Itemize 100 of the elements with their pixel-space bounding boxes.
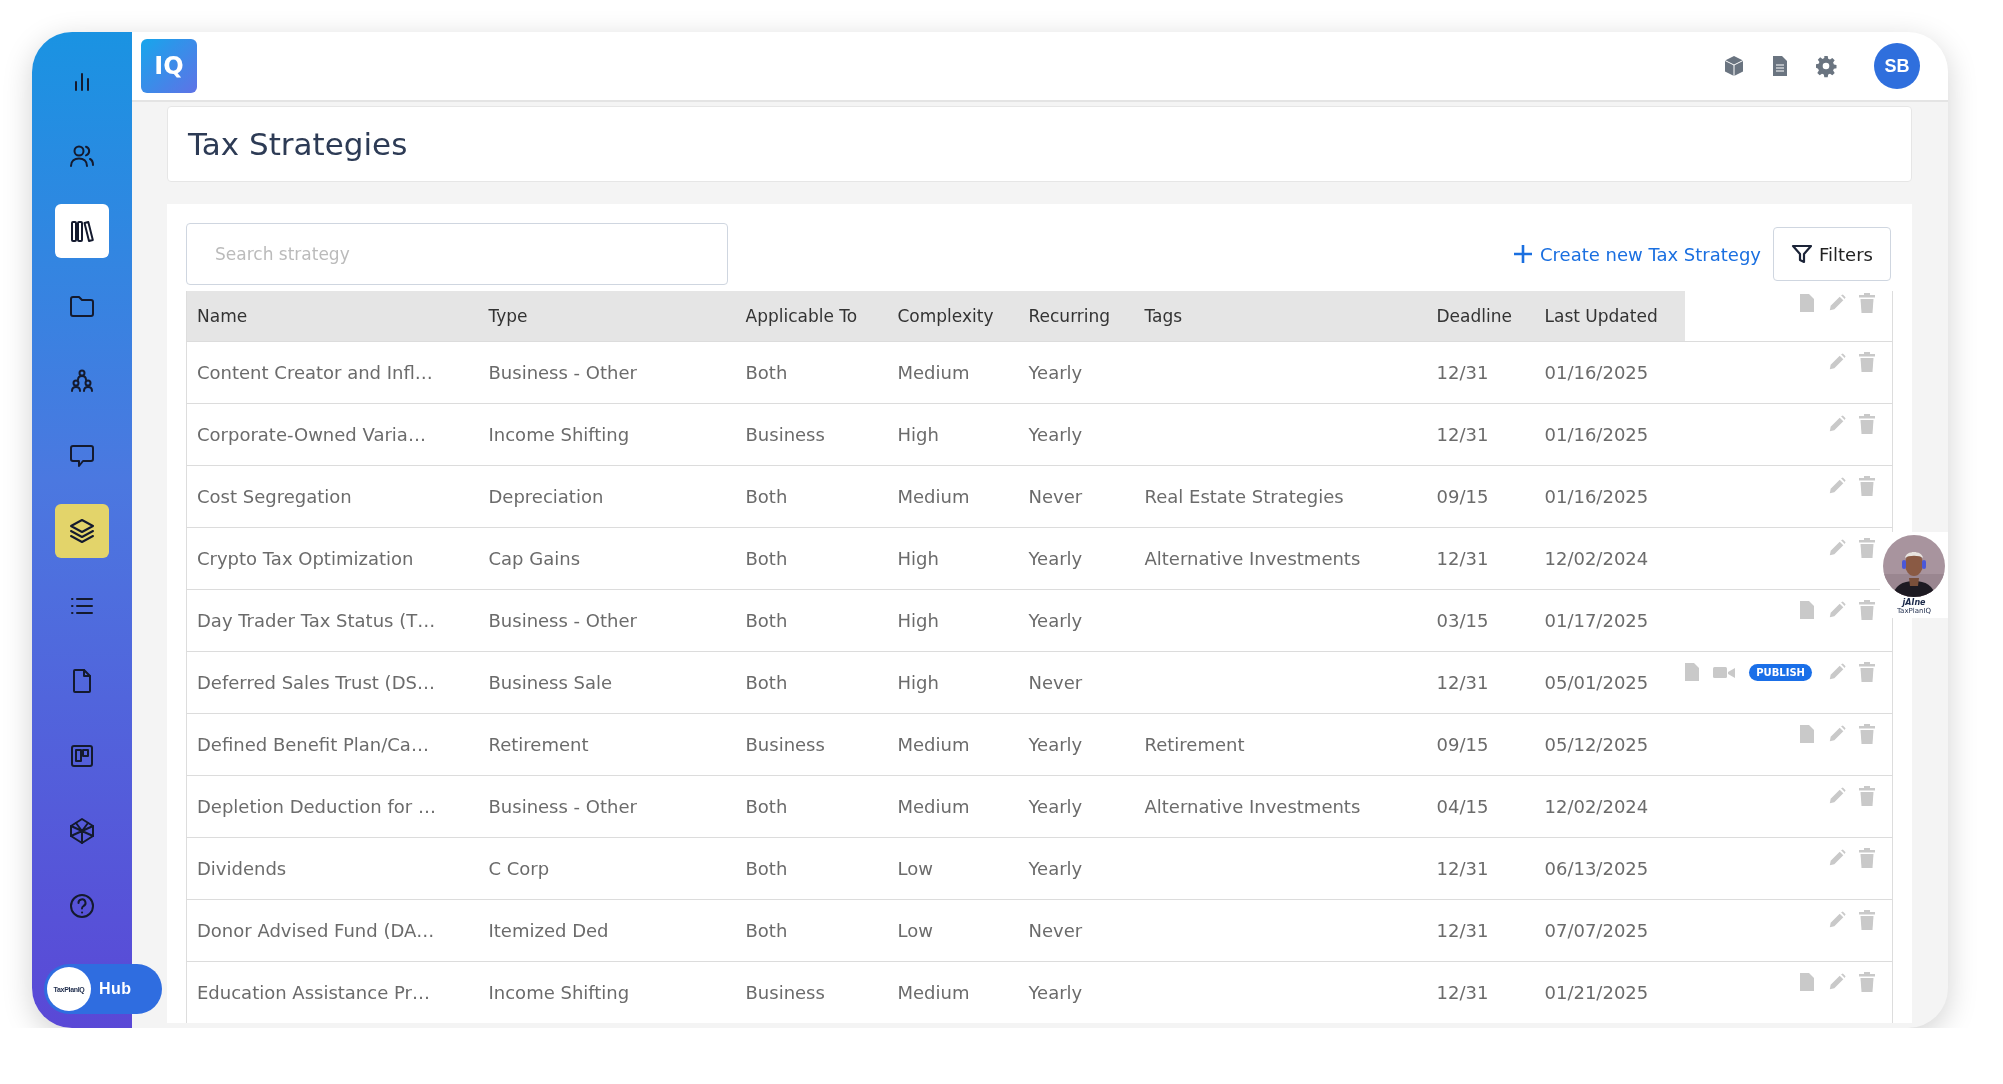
table-cell: 12/31: [1436, 548, 1489, 569]
settings-icon[interactable]: [1814, 54, 1838, 78]
user-avatar[interactable]: SB: [1874, 43, 1920, 89]
table-cell: Donor Advised Fund (DA…: [197, 920, 435, 941]
table-cell: High: [897, 424, 939, 445]
table-cell: Itemized Ded: [488, 920, 609, 941]
column-header[interactable]: Name: [186, 291, 479, 342]
table-cell: 06/13/2025: [1544, 858, 1649, 879]
pencil-icon[interactable]: [1828, 662, 1846, 682]
table-cell: Both: [745, 362, 788, 383]
table-cell: Both: [745, 610, 788, 631]
trash-icon[interactable]: [1858, 538, 1876, 558]
table-cell: Yearly: [1028, 734, 1083, 755]
table-cell: Low: [897, 920, 933, 941]
table-cell: 12/31: [1436, 920, 1489, 941]
pencil-icon[interactable]: [1828, 352, 1846, 372]
table-cell: Medium: [897, 982, 970, 1003]
table-cell: C Corp: [488, 858, 550, 879]
create-link[interactable]: Create new Tax Strategy: [1512, 243, 1761, 265]
table-cell: Never: [1028, 920, 1083, 941]
table-cell: Business: [745, 734, 825, 755]
sidebar-item[interactable]: [55, 504, 109, 558]
pencil-icon[interactable]: [1828, 724, 1846, 744]
table-cell: 09/15: [1436, 734, 1489, 755]
pencil-icon[interactable]: [1828, 786, 1846, 806]
trash-icon[interactable]: [1858, 293, 1876, 313]
table-cell: Cap Gains: [488, 548, 580, 569]
table-cell: Business - Other: [488, 610, 637, 631]
table-cell: Both: [745, 858, 788, 879]
table-cell: Real Estate Strategies: [1144, 486, 1344, 507]
column-header[interactable]: Last Updated: [1534, 291, 1685, 342]
table-cell: Medium: [897, 362, 970, 383]
table-cell: Medium: [897, 796, 970, 817]
pencil-icon[interactable]: [1828, 414, 1846, 434]
table-cell: 05/12/2025: [1544, 734, 1649, 755]
table-cell: Retirement: [488, 734, 589, 755]
trash-icon[interactable]: [1858, 972, 1876, 992]
pencil-icon[interactable]: [1828, 293, 1846, 313]
table-cell: Never: [1028, 672, 1083, 693]
trash-icon[interactable]: [1858, 414, 1876, 434]
table-cell: Yearly: [1028, 548, 1083, 569]
table-cell: 12/31: [1436, 672, 1489, 693]
table-cell: High: [897, 610, 939, 631]
pencil-icon[interactable]: [1828, 910, 1846, 930]
table-cell: Crypto Tax Optimization: [197, 548, 414, 569]
table-cell: Income Shifting: [488, 982, 630, 1003]
trash-icon[interactable]: [1858, 910, 1876, 930]
hub-label: Hub: [99, 980, 132, 998]
table-cell: 01/16/2025: [1544, 424, 1649, 445]
pencil-icon[interactable]: [1828, 600, 1846, 620]
trash-icon[interactable]: [1858, 600, 1876, 620]
table-cell: 05/01/2025: [1544, 672, 1649, 693]
filters-button[interactable]: Filters: [1773, 227, 1891, 281]
table-cell: Content Creator and Infl…: [197, 362, 433, 383]
table-cell: 12/02/2024: [1544, 796, 1649, 817]
table-cell: 01/17/2025: [1544, 610, 1649, 631]
pencil-icon[interactable]: [1828, 476, 1846, 496]
table-cell: 12/02/2024: [1544, 548, 1649, 569]
table-cell: Education Assistance Pr…: [197, 982, 430, 1003]
pencil-icon[interactable]: [1828, 848, 1846, 868]
table-cell: Business Sale: [488, 672, 613, 693]
table-cell: Both: [745, 548, 788, 569]
column-header[interactable]: Recurring: [1018, 291, 1135, 342]
table-cell: 12/31: [1436, 424, 1489, 445]
table-cell: Income Shifting: [488, 424, 630, 445]
pencil-icon[interactable]: [1828, 972, 1846, 992]
search-field[interactable]: Search strategy: [186, 223, 728, 285]
column-header[interactable]: Type: [478, 291, 736, 342]
trash-icon[interactable]: [1858, 662, 1876, 682]
publish-button[interactable]: PUBLISH: [1749, 663, 1812, 681]
assistant-name: jAIne: [1902, 598, 1926, 607]
sidebar-item[interactable]: [55, 204, 109, 258]
table-cell: Never: [1028, 486, 1083, 507]
pencil-icon[interactable]: [1828, 538, 1846, 558]
trash-icon[interactable]: [1858, 476, 1876, 496]
trash-icon[interactable]: [1858, 724, 1876, 744]
table-cell: Yearly: [1028, 858, 1083, 879]
table-cell: Business: [745, 982, 825, 1003]
table-cell: High: [897, 672, 939, 693]
cube-icon[interactable]: [1722, 54, 1746, 78]
table-cell: Yearly: [1028, 362, 1083, 383]
table-cell: Both: [745, 486, 788, 507]
table-cell: Low: [897, 858, 933, 879]
table-cell: 09/15: [1436, 486, 1489, 507]
column-header[interactable]: Tags: [1134, 291, 1427, 342]
column-header[interactable]: Complexity: [887, 291, 1019, 342]
filter-icon: [1791, 243, 1813, 265]
table-cell: Yearly: [1028, 982, 1083, 1003]
column-header[interactable]: Deadline: [1426, 291, 1535, 342]
table-cell: 07/07/2025: [1544, 920, 1649, 941]
trash-icon[interactable]: [1858, 848, 1876, 868]
column-header[interactable]: Applicable To: [735, 291, 888, 342]
page-title: Tax Strategies: [188, 126, 408, 162]
table-cell: 12/31: [1436, 362, 1489, 383]
table-cell: Retirement: [1144, 734, 1245, 755]
table-cell: Alternative Investments: [1144, 796, 1361, 817]
trash-icon[interactable]: [1858, 786, 1876, 806]
table-cell: Deferred Sales Trust (DS…: [197, 672, 435, 693]
table-cell: 04/15: [1436, 796, 1489, 817]
trash-icon[interactable]: [1858, 352, 1876, 372]
